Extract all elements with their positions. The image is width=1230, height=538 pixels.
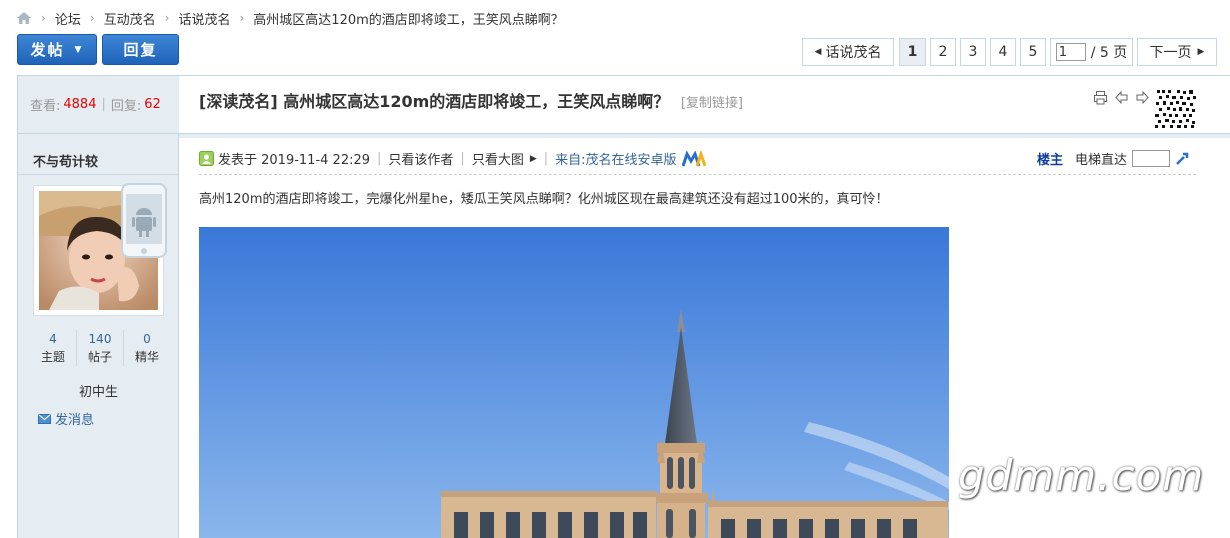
page-1-button[interactable]: 1 (899, 38, 926, 66)
page-jump-input[interactable]: 1 (1055, 43, 1086, 61)
count-threads[interactable]: 4 主题 (30, 330, 77, 366)
envelope-icon (38, 413, 51, 424)
post-meta: 发表于 2019-11-4 22:29 | 只看该作者 | 只看大图 ▶ | 来… (199, 149, 706, 168)
breadcrumb-separator: › (164, 11, 170, 25)
meta-divider: | (543, 151, 549, 166)
thread-title-row: [深读茂名] 高州城区高达120m的酒店即将竣工，王笑风点睇啊？ [复制链接] (199, 88, 743, 112)
send-message-link[interactable]: 发消息 (38, 409, 94, 428)
previous-thread-icon[interactable] (1114, 90, 1129, 105)
home-icon[interactable] (16, 11, 32, 25)
breadcrumb-board[interactable]: 话说茂名 (178, 9, 230, 28)
total-pages-label: / 5 页 (1090, 45, 1128, 61)
stats-divider: | (101, 97, 106, 112)
only-author-link[interactable]: 只看该作者 (388, 149, 453, 168)
author-counts: 4 主题 140 帖子 0 精华 (30, 330, 170, 366)
sidebar-divider (18, 174, 178, 175)
count-value: 140 (88, 332, 112, 346)
back-to-board-button[interactable]: ◀ 话说茂名 (802, 38, 894, 66)
android-client-icon (121, 183, 167, 258)
breadcrumb-interactive[interactable]: 互动茂名 (104, 9, 156, 28)
page-5-button[interactable]: 5 (1020, 38, 1046, 66)
thread-title: [深读茂名] 高州城区高达120m的酒店即将竣工，王笑风点睇啊？ (199, 92, 670, 111)
chevron-right-icon: ▶ (1197, 47, 1205, 57)
new-post-button[interactable]: 发帖 ▼ (17, 34, 97, 65)
count-digest[interactable]: 0 精华 (124, 330, 170, 366)
count-value: 4 (49, 332, 57, 346)
user-rank: 初中生 (78, 385, 118, 400)
elevator-go-icon[interactable] (1175, 152, 1189, 166)
count-label: 主题 (40, 350, 65, 364)
app-logo-icon (681, 150, 706, 166)
breadcrumb-separator: › (239, 11, 245, 25)
breadcrumb-forum[interactable]: 论坛 (55, 9, 81, 28)
replies-count: 62 (144, 97, 161, 112)
chevron-left-icon: ◀ (814, 47, 822, 57)
title-tools (1093, 90, 1150, 105)
watermark: gdmm.com (958, 451, 1205, 500)
qr-code-icon[interactable] (1153, 88, 1197, 129)
source-link[interactable]: 来自:茂名在线安卓版 (555, 149, 676, 168)
elevator-label: 电梯直达 (1075, 153, 1128, 168)
next-page-label: 下一页 (1149, 45, 1192, 61)
meta-divider: | (460, 151, 465, 166)
user-online-icon (199, 151, 214, 166)
posted-time: 发表于 2019-11-4 22:29 (218, 153, 371, 168)
page-2-button[interactable]: 2 (930, 38, 956, 66)
page-3-button[interactable]: 3 (960, 38, 986, 66)
floor-label: 楼主 (1037, 153, 1064, 168)
count-label: 精华 (134, 350, 159, 364)
breadcrumb: › 论坛 › 互动茂名 › 话说茂名 › 高州城区高达120m的酒店即将竣工，王… (16, 8, 564, 28)
views-label: 查看: (30, 99, 61, 114)
print-icon[interactable] (1093, 90, 1108, 105)
floor-jump-input[interactable] (1132, 150, 1171, 167)
page-4-button[interactable]: 4 (990, 38, 1016, 66)
post-photo[interactable] (199, 227, 949, 538)
replies-label: 回复: (110, 99, 142, 114)
new-post-label: 发帖 (30, 41, 65, 59)
breadcrumb-separator: › (89, 11, 95, 25)
floor-nav: 楼主 电梯直达 (1037, 149, 1189, 168)
page-jump: 1 / 5 页 (1050, 38, 1133, 66)
count-value: 0 (143, 332, 151, 346)
count-label: 帖子 (87, 350, 112, 364)
big-image-link[interactable]: 只看大图 (472, 149, 524, 168)
reply-label: 回复 (123, 41, 158, 59)
send-message-label: 发消息 (55, 413, 95, 428)
author-name[interactable]: 不与苟计较 (33, 151, 98, 170)
breadcrumb-thread[interactable]: 高州城区高达120m的酒店即将竣工，王笑风点睇啊？ (253, 9, 563, 28)
meta-divider: | (377, 151, 382, 166)
post-meta-divider (199, 174, 1196, 175)
next-thread-icon[interactable] (1135, 90, 1150, 105)
breadcrumb-separator: › (41, 11, 46, 25)
triangle-right-icon: ▶ (529, 153, 537, 164)
post-header-divider (179, 134, 1230, 138)
chevron-down-icon: ▼ (74, 44, 84, 55)
copy-link-button[interactable]: [复制链接] (681, 96, 743, 111)
reply-button[interactable]: 回复 (102, 34, 179, 65)
thread-stats: 查看: 4884 | 回复: 62 (18, 76, 179, 134)
back-to-board-label: 话说茂名 (825, 45, 882, 61)
next-page-button[interactable]: 下一页 ▶ (1137, 38, 1217, 66)
post-body-text: 高州120m的酒店即将竣工，完爆化州星he，矮瓜王笑风点睇啊？化州城区现在最高建… (199, 192, 889, 207)
views-count: 4884 (63, 97, 97, 112)
count-posts[interactable]: 140 帖子 (77, 330, 124, 366)
